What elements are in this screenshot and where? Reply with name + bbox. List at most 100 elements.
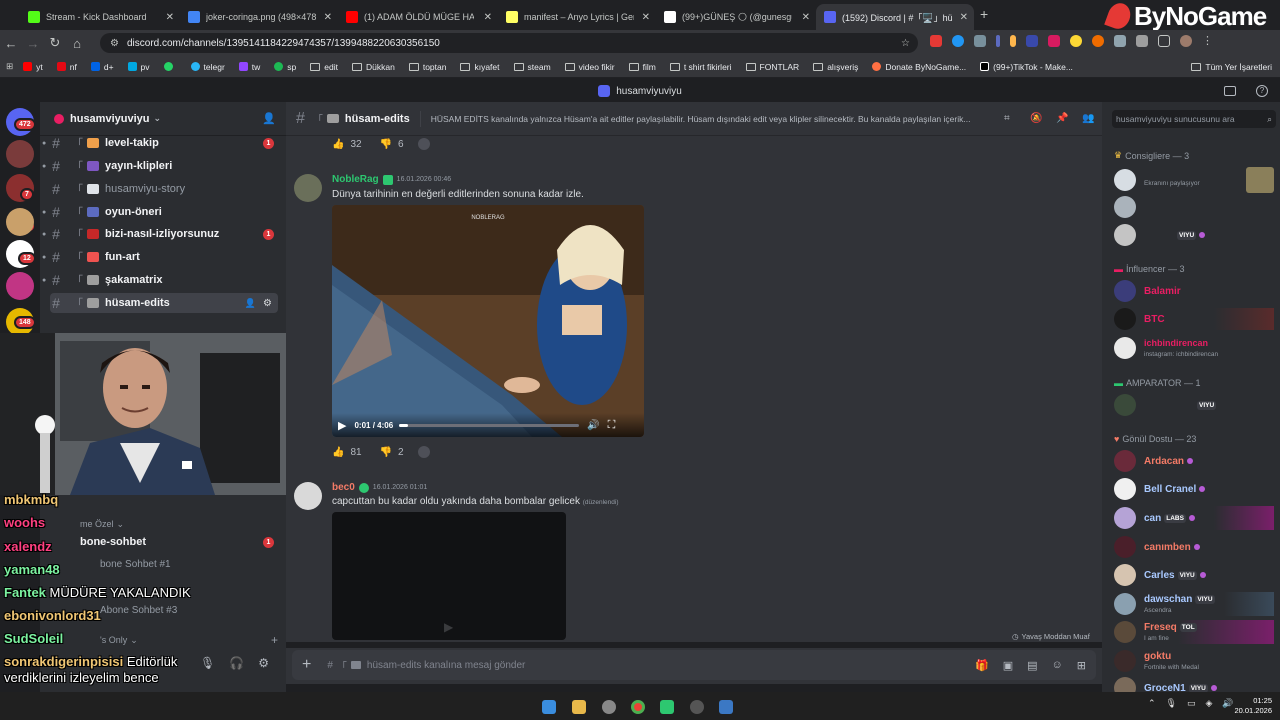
channel-husamviyu-story[interactable]: # 「husamviyu-story xyxy=(50,179,278,199)
bookmark-fontlar[interactable]: FONTLAR xyxy=(745,62,799,72)
app-icon[interactable] xyxy=(690,700,704,714)
member-item[interactable]: ichbindirencan instagram: ichbindirencan xyxy=(1114,336,1274,360)
home-icon[interactable]: ⌂ xyxy=(66,36,88,51)
close-icon[interactable]: ✕ xyxy=(642,12,650,23)
new-tab-button[interactable]: + xyxy=(980,6,988,22)
message-input[interactable]: + # 「 hüsam-edits kanalına mesaj gönder … xyxy=(292,650,1096,680)
extension-icon[interactable] xyxy=(1070,35,1082,47)
extension-icon[interactable] xyxy=(952,35,964,47)
avatar[interactable] xyxy=(294,174,322,202)
channel-bizi-nasil-izliyorsunuz[interactable]: ● # 「bizi-nasıl-izliyorsunuz 1 xyxy=(42,224,278,244)
member-item[interactable]: BTC xyxy=(1114,307,1274,331)
thumbs-up-icon[interactable]: 👍 xyxy=(332,139,344,150)
invite-icon[interactable]: 👤 xyxy=(245,298,256,309)
bookmark-star-icon[interactable]: ☆ xyxy=(901,38,910,49)
tab-joker-image[interactable]: joker-coringa.png (498×478) ✕ xyxy=(180,4,338,30)
bookmark-kiyafet[interactable]: kıyafet xyxy=(460,62,500,72)
add-member-icon[interactable]: 👤 xyxy=(262,112,276,125)
close-icon[interactable]: ✕ xyxy=(484,12,492,23)
profile-avatar[interactable] xyxy=(1180,35,1192,47)
adblock-icon[interactable] xyxy=(930,35,942,47)
notification-bell-icon[interactable]: 🔕 xyxy=(1030,113,1042,124)
bookmark-nf[interactable]: nf xyxy=(56,62,77,72)
channel-topic[interactable]: HÜSAM EDİTS kanalında yalnızca Hüsam'a a… xyxy=(431,114,1001,124)
member-item[interactable]: canımben xyxy=(1114,535,1274,559)
server-icon[interactable] xyxy=(6,272,34,300)
site-info-icon[interactable]: ⚙ xyxy=(110,38,119,49)
play-icon[interactable]: ▶ xyxy=(444,620,453,634)
member-item[interactable]: Ardacan xyxy=(1114,449,1274,473)
obs-icon[interactable] xyxy=(602,700,616,714)
display-icon[interactable]: ▭ xyxy=(1187,698,1196,709)
channel-fun-art[interactable]: ● # 「fun-art xyxy=(42,247,278,267)
bookmark-alisveris[interactable]: alışveriş xyxy=(813,62,858,72)
channel-sakamatrix[interactable]: ● # 「şakamatrix xyxy=(42,270,278,290)
video-player[interactable]: ▶ xyxy=(332,512,566,640)
extension-icon[interactable] xyxy=(1026,35,1038,47)
member-item[interactable]: Balamir xyxy=(1114,279,1274,303)
channel-yayin-klipleri[interactable]: ● # 「yayın-klipleri xyxy=(42,156,278,176)
emoji-icon[interactable]: ☺ xyxy=(1052,659,1063,672)
extension-icon[interactable] xyxy=(974,35,986,47)
fullscreen-icon[interactable]: ⛶ xyxy=(608,419,616,432)
video-player[interactable]: NOBLERAG ▶ 0:01 / 4:06 🔊 ⛶ xyxy=(332,205,644,437)
puzzle-icon[interactable] xyxy=(1136,35,1148,47)
tab-x-gunes[interactable]: (99+)GÜNEŞ 🌕 (@gunesgul) F ✕ xyxy=(656,4,816,30)
close-icon[interactable]: ✕ xyxy=(960,12,968,23)
inbox-icon[interactable] xyxy=(1224,86,1236,96)
tab-genius[interactable]: manifest – Anyo Lyrics | Genius ✕ xyxy=(498,4,656,30)
reading-list-icon[interactable] xyxy=(1158,35,1170,47)
member-item[interactable]: Ekranını paylaşıyor xyxy=(1114,167,1274,193)
bookmark-pv[interactable]: pv xyxy=(127,62,150,72)
add-reaction-icon[interactable] xyxy=(417,138,430,150)
bookmark-yt[interactable]: yt xyxy=(23,62,43,72)
bookmark-sp[interactable]: sp xyxy=(274,62,296,72)
member-item[interactable]: dawschan VIYU Ascendra xyxy=(1114,592,1274,616)
bookmark-wp[interactable] xyxy=(163,62,177,71)
channel-husam-edits[interactable]: # 「hüsam-edits 👤 ⚙ xyxy=(50,293,278,313)
bookmark-tiktok[interactable]: (99+)TikTok - Make... xyxy=(980,62,1073,72)
gear-icon[interactable]: ⚙ xyxy=(263,298,272,309)
member-list-icon[interactable]: 👥 xyxy=(1082,113,1094,124)
bookmark-telegr[interactable]: telegr xyxy=(190,62,225,72)
file-explorer-icon[interactable] xyxy=(572,700,586,714)
close-icon[interactable]: ✕ xyxy=(324,12,332,23)
bookmark-dukkan[interactable]: Dükkan xyxy=(352,62,395,72)
member-item[interactable]: VIYU xyxy=(1114,223,1274,247)
member-item[interactable] xyxy=(1114,195,1274,219)
play-icon[interactable]: ▶ xyxy=(338,419,346,432)
guild-header[interactable]: husamviyuviyu ⌄ 👤 xyxy=(40,102,286,136)
tab-youtube[interactable]: (1) ADAM ÖLDÜ MÜGE HANIM ✕ xyxy=(338,4,498,30)
address-bar[interactable]: ⚙ discord.com/channels/13951411842294743… xyxy=(100,33,918,53)
extension-icon[interactable] xyxy=(1010,35,1016,47)
reload-icon[interactable]: ↻ xyxy=(44,35,66,51)
back-icon[interactable]: ← xyxy=(0,36,22,51)
apps-icon[interactable]: ⊞ xyxy=(1077,659,1086,672)
bookmark-tshirt[interactable]: t shirt fikirleri xyxy=(669,62,732,72)
avatar[interactable] xyxy=(294,482,322,510)
bookmark-tw[interactable]: tw xyxy=(238,62,260,72)
bookmark-steam[interactable]: steam xyxy=(513,62,551,72)
close-icon[interactable]: ✕ xyxy=(802,12,810,23)
chevron-up-icon[interactable]: ⌃ xyxy=(1148,698,1156,709)
add-reaction-icon[interactable] xyxy=(417,446,430,458)
extension-icon[interactable] xyxy=(1092,35,1104,47)
member-item[interactable]: goktu Fortnite with Medal xyxy=(1114,649,1274,673)
search-input[interactable]: husamviyuviyu sunucusunu ara ⌕ xyxy=(1112,110,1276,128)
server-icon[interactable] xyxy=(6,208,34,236)
bookmark-video-fikir[interactable]: video fikir xyxy=(564,62,615,72)
extension-icon[interactable] xyxy=(1048,35,1060,47)
pin-icon[interactable]: 📌 xyxy=(1056,113,1068,124)
member-item[interactable]: Freseq TOL I am fine xyxy=(1114,620,1274,644)
bookmark-donate[interactable]: Donate ByNoGame... xyxy=(872,62,966,72)
apps-grid-icon[interactable]: ⊞ xyxy=(6,61,13,72)
gift-icon[interactable]: 🎁 xyxy=(975,659,989,672)
bookmark-film[interactable]: film xyxy=(628,62,656,72)
gif-icon[interactable]: ▣ xyxy=(1003,659,1013,672)
app-icon[interactable] xyxy=(719,700,733,714)
extension-icon[interactable] xyxy=(996,35,1000,47)
author-name[interactable]: bec0 xyxy=(332,482,355,493)
volume-icon[interactable]: 🔊 xyxy=(587,420,599,431)
author-name[interactable]: NobleRag xyxy=(332,174,379,185)
network-icon[interactable]: ◈ xyxy=(1206,698,1213,709)
